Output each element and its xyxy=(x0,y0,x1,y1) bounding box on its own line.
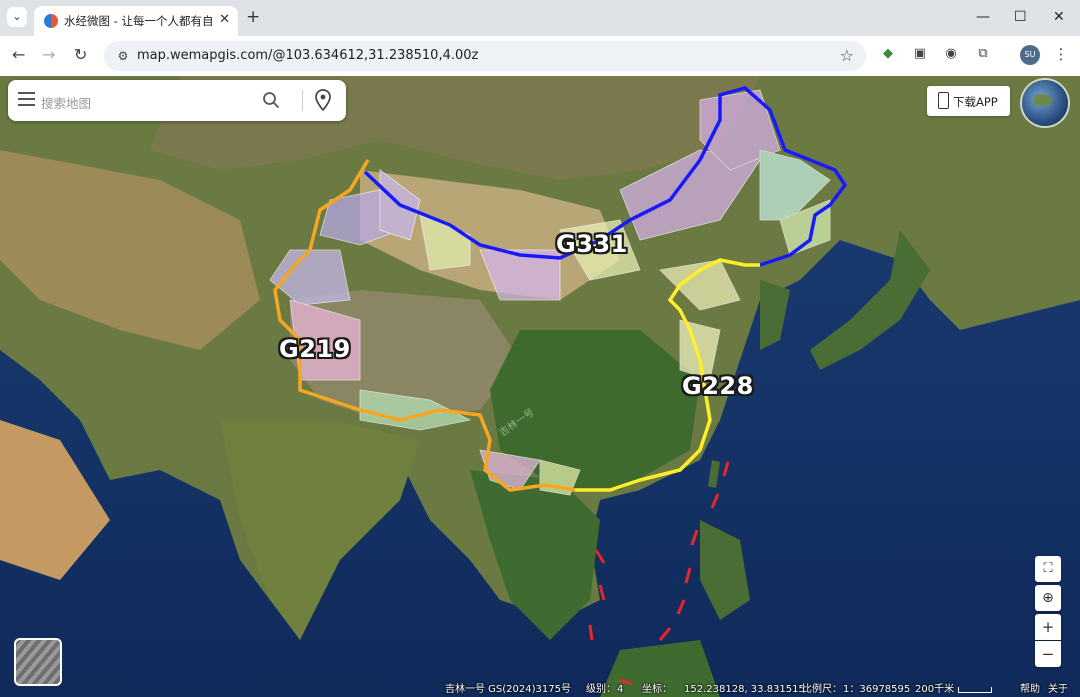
download-app-label: 下载APP xyxy=(953,95,998,109)
url-text: map.wemapgis.com/@103.634612,31.238510,4… xyxy=(137,48,479,63)
zoom-in-button[interactable]: + xyxy=(1035,614,1061,640)
minimize-window-button[interactable]: — xyxy=(976,8,990,26)
close-window-button[interactable]: ✕ xyxy=(1053,8,1065,26)
scale-value: 1：36978595 xyxy=(843,684,911,695)
coordinate-value: 152.238128, 33.831515 xyxy=(684,684,805,695)
menu-icon[interactable] xyxy=(18,92,35,108)
browser-menu-icon[interactable]: ⋮ xyxy=(1052,45,1070,63)
back-button[interactable]: ← xyxy=(12,45,25,65)
browser-tab-strip: ⌄ 水经微图 - 让每一个人都有自己 ✕ + — ☐ ✕ xyxy=(0,0,1080,36)
location-pin-icon[interactable] xyxy=(314,89,332,111)
reload-button[interactable]: ↻ xyxy=(74,45,87,65)
maximize-window-button[interactable]: ☐ xyxy=(1014,8,1027,26)
g219-label: G219 xyxy=(279,335,351,363)
tab-title: 水经微图 - 让每一个人都有自己 xyxy=(64,14,214,28)
zoom-out-button[interactable]: − xyxy=(1035,641,1061,667)
fullscreen-icon[interactable]: ⛶ xyxy=(1035,556,1061,582)
address-bar[interactable]: ⚙ map.wemapgis.com/@103.634612,31.238510… xyxy=(104,41,866,71)
download-app-button[interactable]: 下载APP xyxy=(927,86,1010,116)
scale-distance: 200千米 xyxy=(915,684,955,695)
profile-avatar[interactable]: SU xyxy=(1020,45,1040,65)
map-canvas[interactable]: 吉林一号 xyxy=(0,76,1080,697)
satellite-map-image xyxy=(0,76,1080,697)
close-tab-icon[interactable]: ✕ xyxy=(219,12,230,28)
map-search-box: 搜索地图 xyxy=(8,80,346,121)
globe-view-icon[interactable] xyxy=(1022,80,1068,126)
site-favicon-icon xyxy=(44,14,58,28)
bookmark-star-icon[interactable]: ☆ xyxy=(840,46,854,65)
camera-icon[interactable]: ◉ xyxy=(942,45,960,63)
help-link[interactable]: 帮助 xyxy=(1020,682,1040,697)
browser-toolbar: ← → ↻ ⚙ map.wemapgis.com/@103.634612,31.… xyxy=(0,36,1080,76)
g228-label: G228 xyxy=(682,372,754,400)
extension-icon[interactable]: ◆ xyxy=(879,45,897,63)
extensions-puzzle-icon[interactable]: ⧉ xyxy=(974,45,992,63)
reading-mode-icon[interactable]: ▣ xyxy=(911,45,929,63)
search-divider xyxy=(302,90,303,111)
layer-switch-thumbnail[interactable] xyxy=(14,638,62,686)
locate-me-icon[interactable]: ⊕ xyxy=(1035,585,1061,611)
zoom-level-label: 级别： xyxy=(586,684,616,695)
search-input[interactable]: 搜索地图 xyxy=(41,93,91,112)
about-link[interactable]: 关于 xyxy=(1048,682,1068,697)
new-tab-button[interactable]: + xyxy=(246,8,260,26)
coordinate-label: 坐标： xyxy=(642,684,672,695)
g331-label: G331 xyxy=(556,230,628,258)
phone-icon xyxy=(938,92,949,109)
forward-button[interactable]: → xyxy=(42,45,55,65)
site-info-icon[interactable]: ⚙ xyxy=(114,47,132,65)
search-icon[interactable] xyxy=(262,91,280,109)
zoom-level-value: 4 xyxy=(617,684,624,695)
browser-tab[interactable]: 水经微图 - 让每一个人都有自己 ✕ xyxy=(34,6,238,36)
scale-bar xyxy=(958,687,992,693)
data-source-text: 吉林一号 GS(2024)3175号 xyxy=(445,684,571,695)
scale-label: 比例尺： xyxy=(802,684,842,695)
tab-search-menu-button[interactable]: ⌄ xyxy=(7,7,27,27)
